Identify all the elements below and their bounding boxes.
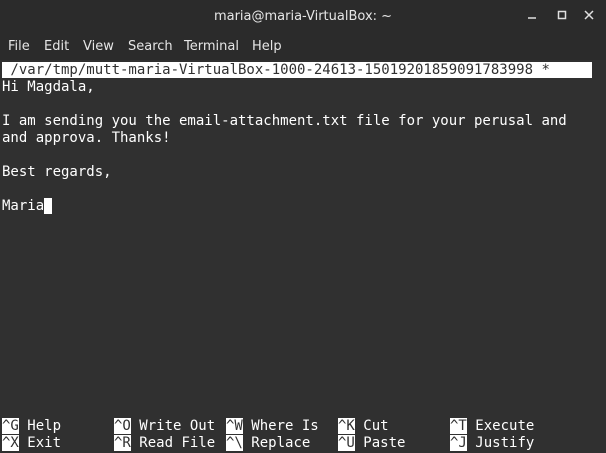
- shortcut-key: ^\: [226, 435, 243, 451]
- minimize-icon[interactable]: [521, 5, 543, 27]
- editor-file-header: /var/tmp/mutt-maria-VirtualBox-1000-2461…: [2, 62, 592, 78]
- shortcut-read-file[interactable]: ^R Read File: [114, 435, 215, 452]
- close-icon[interactable]: [578, 5, 600, 27]
- shortcut-label: Where Is: [251, 418, 319, 434]
- shortcut-key: ^W: [226, 418, 243, 434]
- editor-line: Hi Magdala,: [2, 79, 95, 95]
- shortcut-key: ^O: [114, 418, 131, 434]
- text-cursor: [44, 198, 53, 214]
- editor-line: I am sending you the email-attachment.tx…: [2, 113, 567, 129]
- title-bar[interactable]: maria@maria-VirtualBox: ~: [0, 0, 606, 34]
- terminal-area[interactable]: /var/tmp/mutt-maria-VirtualBox-1000-2461…: [0, 60, 606, 453]
- shortcut-label: Cut: [363, 418, 389, 434]
- shortcut-exit[interactable]: ^X Exit: [2, 435, 61, 452]
- shortcut-justify[interactable]: ^J Justify: [450, 435, 534, 452]
- shortcut-key: ^X: [2, 435, 19, 451]
- shortcut-label: Help: [27, 418, 62, 434]
- editor-line: Best regards,: [2, 164, 112, 180]
- shortcut-label: Paste: [363, 435, 406, 451]
- maximize-icon[interactable]: [551, 5, 573, 27]
- shortcut-key: ^U: [338, 435, 355, 451]
- shortcut-label: Replace: [251, 435, 311, 451]
- shortcut-execute[interactable]: ^T Execute: [450, 418, 534, 435]
- editor-line: and approva. Thanks!: [2, 130, 171, 146]
- shortcut-label: Read File: [139, 435, 216, 451]
- shortcut-label: Execute: [475, 418, 535, 434]
- shortcut-where-is[interactable]: ^W Where Is: [226, 418, 319, 435]
- menu-bar: File Edit View Search Terminal Help: [0, 34, 606, 60]
- shortcut-replace[interactable]: ^\ Replace: [226, 435, 310, 452]
- menu-file[interactable]: File: [8, 39, 30, 54]
- shortcut-cut[interactable]: ^K Cut: [338, 418, 389, 435]
- shortcut-key: ^J: [450, 435, 467, 451]
- menu-edit[interactable]: Edit: [44, 39, 69, 54]
- editor-line-text: Maria: [2, 198, 45, 214]
- shortcut-key: ^G: [2, 418, 19, 434]
- shortcut-key: ^K: [338, 418, 355, 434]
- shortcut-label: Exit: [27, 435, 62, 451]
- menu-terminal[interactable]: Terminal: [184, 39, 239, 54]
- editor-line-with-cursor: Maria: [2, 198, 53, 215]
- menu-search[interactable]: Search: [128, 39, 173, 54]
- shortcut-key: ^T: [450, 418, 467, 434]
- shortcut-label: Justify: [475, 435, 535, 451]
- terminal-window: maria@maria-VirtualBox: ~ File Edit View…: [0, 0, 606, 453]
- window-title: maria@maria-VirtualBox: ~: [213, 9, 393, 24]
- shortcut-help[interactable]: ^G Help: [2, 418, 61, 435]
- shortcut-write-out[interactable]: ^O Write Out: [114, 418, 215, 435]
- shortcut-label: Write Out: [139, 418, 216, 434]
- menu-help[interactable]: Help: [252, 39, 282, 54]
- menu-view[interactable]: View: [83, 39, 114, 54]
- shortcut-paste[interactable]: ^U Paste: [338, 435, 405, 452]
- shortcut-key: ^R: [114, 435, 131, 451]
